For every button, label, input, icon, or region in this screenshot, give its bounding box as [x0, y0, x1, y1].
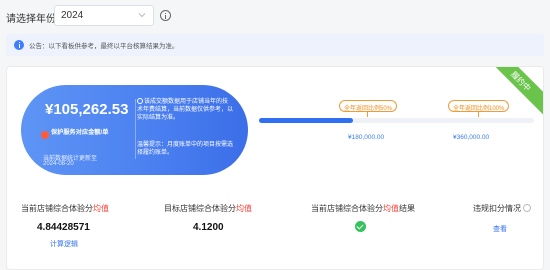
tier-tag: 全年返回比例100% [448, 100, 510, 112]
check-circle-icon [355, 221, 366, 232]
fulfillment-card: 履约中 ¥105,262.53 保护服务对应金额/单 当前数据统计更新至 202… [6, 66, 544, 270]
progress-fill [259, 118, 353, 123]
notice-banner: 公告：以下看板供参考，最终以平台核算结果为准。 [6, 34, 544, 56]
amount-value: ¥105,262.53 [45, 101, 129, 118]
metric-value-target-avg: 4.1200 [193, 222, 224, 233]
tier-value: ¥180,000.00 [348, 134, 385, 141]
tier-tag: 全年返回比例50% [339, 100, 398, 112]
amount-info: 该成交额数据用于店铺当年的技术年费结算，当前数据仅供参考，以实际结算为准。 [137, 98, 233, 122]
metric-title-suffix: 结果 [399, 204, 415, 213]
metric-value-current-avg: 4.84428571 [37, 222, 90, 233]
metric-title-text: 当前店铺综合体验分 [311, 204, 383, 213]
year-label: 请选择年份: [6, 14, 59, 25]
tier-connector [367, 112, 368, 117]
progress-bar [259, 118, 534, 123]
year-select[interactable]: 2024 [54, 5, 154, 26]
year-select-value: 2024 [61, 10, 84, 21]
amount-bubble: ¥105,262.53 保护服务对应金额/单 当前数据统计更新至 2024-08… [21, 85, 248, 175]
metric-title-highlight: 均值 [236, 204, 252, 213]
metric-title-current-avg: 当前店铺综合体验分均值 [21, 203, 109, 214]
notice-text: 公告：以下看板供参考，最终以平台核算结果为准。 [29, 43, 179, 50]
calc-logic-link[interactable]: 计算逻辑 [50, 239, 78, 249]
tip-text: 温馨提示：月度账单中的项目按需选择履约账单。 [137, 142, 234, 156]
bubble-divider [135, 99, 136, 159]
info-icon [137, 98, 143, 104]
view-violations-link[interactable]: 查看 [493, 224, 507, 234]
amount-subtitle: 保护服务对应金额/单 [51, 129, 109, 136]
info-icon[interactable] [160, 10, 171, 21]
shield-icon [41, 131, 49, 139]
stat-time-date: 2024-08-20 [43, 161, 74, 167]
chevron-down-icon [138, 13, 146, 18]
amount-info-text: 该成交额数据用于店铺当年的技术年费结算，当前数据仅供参考，以实际结算为准。 [137, 99, 234, 121]
metric-title-target-avg: 目标店铺综合体验分均值 [164, 203, 252, 214]
info-icon [14, 40, 24, 50]
tier-connector [478, 112, 479, 117]
info-icon[interactable] [523, 204, 531, 212]
tier-value: ¥360,000.00 [453, 134, 490, 141]
filter-bar: 请选择年份: 2024 [0, 0, 550, 34]
metric-title-highlight: 均值 [383, 204, 399, 213]
metric-title-highlight: 均值 [93, 204, 109, 213]
metric-title-avg-result: 当前店铺综合体验分均值结果 [311, 203, 415, 214]
metric-title-text: 当前店铺综合体验分 [21, 204, 93, 213]
metric-title-text: 目标店铺综合体验分 [164, 204, 236, 213]
metric-title-violations: 违规扣分情况 [473, 204, 521, 213]
status-ribbon-label: 履约中 [509, 69, 533, 93]
